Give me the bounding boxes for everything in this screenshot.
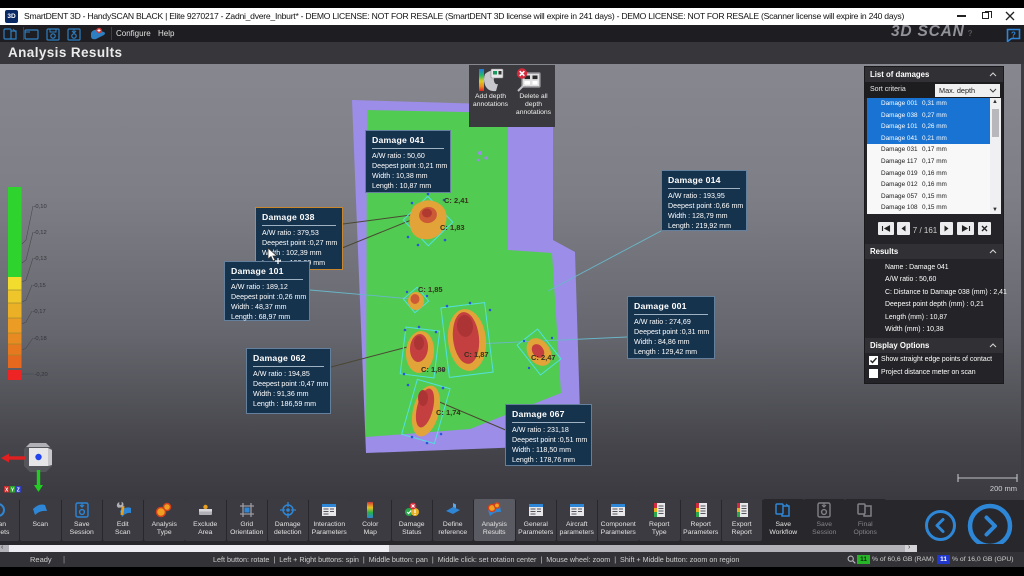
svg-text:-0,10: -0,10 — [34, 204, 47, 210]
svg-text:C: 2,47: C: 2,47 — [531, 353, 556, 362]
svg-text:C: 1,74: C: 1,74 — [436, 408, 461, 417]
svg-text:-0,15: -0,15 — [33, 283, 46, 289]
svg-text:-0,18: -0,18 — [34, 336, 47, 342]
svg-text:-0,20: -0,20 — [35, 372, 48, 378]
svg-text:C: 1,80: C: 1,80 — [421, 365, 446, 374]
svg-text:C: 1,85: C: 1,85 — [418, 285, 443, 294]
svg-text:-0,13: -0,13 — [34, 256, 47, 262]
svg-text:C: 1,87: C: 1,87 — [464, 350, 489, 359]
svg-text:?: ? — [1011, 31, 1016, 40]
svg-text:-0,17: -0,17 — [33, 309, 46, 315]
svg-text:Z: Z — [17, 488, 20, 494]
svg-text:-0,12: -0,12 — [34, 230, 47, 236]
svg-text:C: 1,83: C: 1,83 — [440, 223, 465, 232]
svg-text:200 mm: 200 mm — [990, 484, 1017, 493]
svg-text:C: 2,41: C: 2,41 — [444, 196, 469, 205]
